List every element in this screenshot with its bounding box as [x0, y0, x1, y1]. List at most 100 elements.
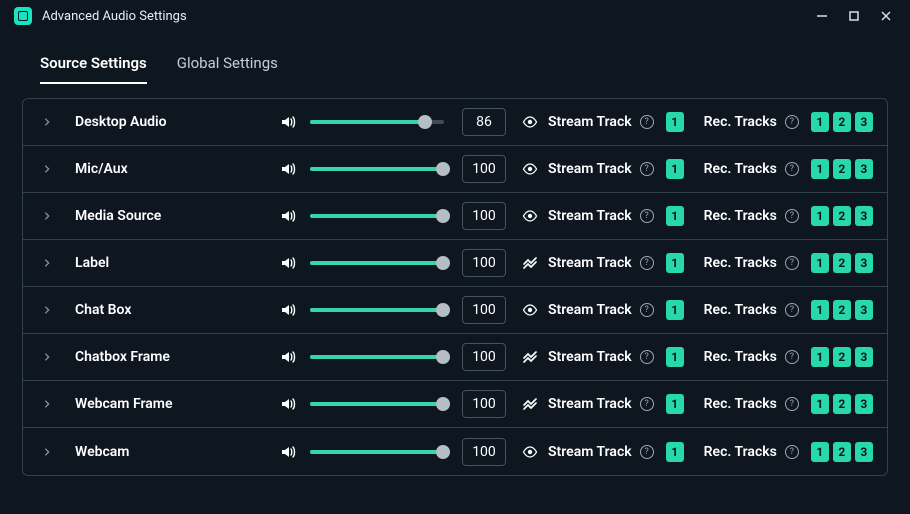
stream-track-1[interactable]: 1 — [666, 394, 684, 414]
rec-tracks-group: 123 — [811, 159, 873, 179]
rec-track-3[interactable]: 3 — [855, 394, 873, 414]
rec-track-3[interactable]: 3 — [855, 206, 873, 226]
stream-track-1[interactable]: 1 — [666, 442, 684, 462]
eye-icon[interactable] — [522, 302, 538, 318]
close-button[interactable] — [870, 2, 902, 30]
monitor-stream-icon[interactable] — [522, 349, 538, 365]
expand-caret-icon[interactable] — [39, 444, 55, 460]
rec-track-2[interactable]: 2 — [833, 253, 851, 273]
volume-value[interactable]: 100 — [462, 249, 506, 277]
help-icon[interactable]: ? — [640, 162, 654, 176]
stream-track-1[interactable]: 1 — [666, 347, 684, 367]
speaker-icon[interactable] — [280, 255, 296, 271]
help-icon[interactable]: ? — [785, 256, 799, 270]
volume-slider[interactable] — [310, 120, 444, 124]
expand-caret-icon[interactable] — [39, 396, 55, 412]
help-icon[interactable]: ? — [785, 209, 799, 223]
help-icon[interactable]: ? — [640, 350, 654, 364]
stream-track-1[interactable]: 1 — [666, 112, 684, 132]
help-icon[interactable]: ? — [640, 209, 654, 223]
rec-track-1[interactable]: 1 — [811, 394, 829, 414]
stream-track-1[interactable]: 1 — [666, 206, 684, 226]
stream-track-1[interactable]: 1 — [666, 159, 684, 179]
help-icon[interactable]: ? — [785, 115, 799, 129]
rec-track-1[interactable]: 1 — [811, 347, 829, 367]
volume-value[interactable]: 100 — [462, 438, 506, 466]
tab-global-settings[interactable]: Global Settings — [177, 54, 278, 84]
rec-track-3[interactable]: 3 — [855, 442, 873, 462]
help-icon[interactable]: ? — [640, 397, 654, 411]
rec-track-2[interactable]: 2 — [833, 300, 851, 320]
speaker-icon[interactable] — [280, 444, 296, 460]
help-icon[interactable]: ? — [640, 256, 654, 270]
stream-track-1[interactable]: 1 — [666, 300, 684, 320]
source-row: Media Source100Stream Track?1Rec. Tracks… — [23, 193, 887, 240]
stream-track-label: Stream Track — [548, 349, 632, 365]
help-icon[interactable]: ? — [640, 303, 654, 317]
rec-track-2[interactable]: 2 — [833, 112, 851, 132]
expand-caret-icon[interactable] — [39, 255, 55, 271]
volume-slider[interactable] — [310, 167, 444, 171]
volume-value[interactable]: 100 — [462, 155, 506, 183]
monitor-stream-icon[interactable] — [522, 255, 538, 271]
speaker-icon[interactable] — [280, 161, 296, 177]
rec-track-2[interactable]: 2 — [833, 347, 851, 367]
eye-icon[interactable] — [522, 208, 538, 224]
rec-track-3[interactable]: 3 — [855, 300, 873, 320]
rec-track-2[interactable]: 2 — [833, 206, 851, 226]
expand-caret-icon[interactable] — [39, 161, 55, 177]
volume-slider[interactable] — [310, 214, 444, 218]
rec-track-1[interactable]: 1 — [811, 300, 829, 320]
rec-track-1[interactable]: 1 — [811, 159, 829, 179]
volume-value[interactable]: 100 — [462, 390, 506, 418]
help-icon[interactable]: ? — [785, 445, 799, 459]
source-name: Chatbox Frame — [75, 349, 270, 365]
volume-slider[interactable] — [310, 402, 444, 406]
eye-icon[interactable] — [522, 444, 538, 460]
rec-track-3[interactable]: 3 — [855, 253, 873, 273]
expand-caret-icon[interactable] — [39, 114, 55, 130]
monitor-stream-icon[interactable] — [522, 396, 538, 412]
help-icon[interactable]: ? — [640, 115, 654, 129]
volume-slider[interactable] — [310, 308, 444, 312]
expand-caret-icon[interactable] — [39, 208, 55, 224]
rec-track-2[interactable]: 2 — [833, 442, 851, 462]
speaker-icon[interactable] — [280, 349, 296, 365]
expand-caret-icon[interactable] — [39, 349, 55, 365]
maximize-button[interactable] — [838, 2, 870, 30]
rec-tracks-label: Rec. Tracks — [704, 208, 777, 224]
volume-slider[interactable] — [310, 261, 444, 265]
volume-slider[interactable] — [310, 355, 444, 359]
volume-value[interactable]: 100 — [462, 202, 506, 230]
volume-value[interactable]: 100 — [462, 296, 506, 324]
eye-icon[interactable] — [522, 114, 538, 130]
rec-track-1[interactable]: 1 — [811, 112, 829, 132]
rec-track-3[interactable]: 3 — [855, 347, 873, 367]
speaker-icon[interactable] — [280, 114, 296, 130]
speaker-icon[interactable] — [280, 208, 296, 224]
help-icon[interactable]: ? — [785, 350, 799, 364]
tab-source-settings[interactable]: Source Settings — [40, 54, 147, 84]
expand-caret-icon[interactable] — [39, 302, 55, 318]
volume-value[interactable]: 86 — [462, 108, 506, 136]
volume-slider[interactable] — [310, 450, 444, 454]
source-row: Webcam100Stream Track?1Rec. Tracks?123 — [23, 428, 887, 475]
minimize-button[interactable] — [806, 2, 838, 30]
help-icon[interactable]: ? — [785, 303, 799, 317]
stream-track-1[interactable]: 1 — [666, 253, 684, 273]
rec-track-3[interactable]: 3 — [855, 159, 873, 179]
rec-track-2[interactable]: 2 — [833, 159, 851, 179]
rec-track-1[interactable]: 1 — [811, 442, 829, 462]
help-icon[interactable]: ? — [785, 397, 799, 411]
eye-icon[interactable] — [522, 161, 538, 177]
rec-track-1[interactable]: 1 — [811, 206, 829, 226]
speaker-icon[interactable] — [280, 302, 296, 318]
rec-track-2[interactable]: 2 — [833, 394, 851, 414]
source-row: Mic/Aux100Stream Track?1Rec. Tracks?123 — [23, 146, 887, 193]
rec-track-3[interactable]: 3 — [855, 112, 873, 132]
help-icon[interactable]: ? — [640, 445, 654, 459]
speaker-icon[interactable] — [280, 396, 296, 412]
volume-value[interactable]: 100 — [462, 343, 506, 371]
help-icon[interactable]: ? — [785, 162, 799, 176]
rec-track-1[interactable]: 1 — [811, 253, 829, 273]
